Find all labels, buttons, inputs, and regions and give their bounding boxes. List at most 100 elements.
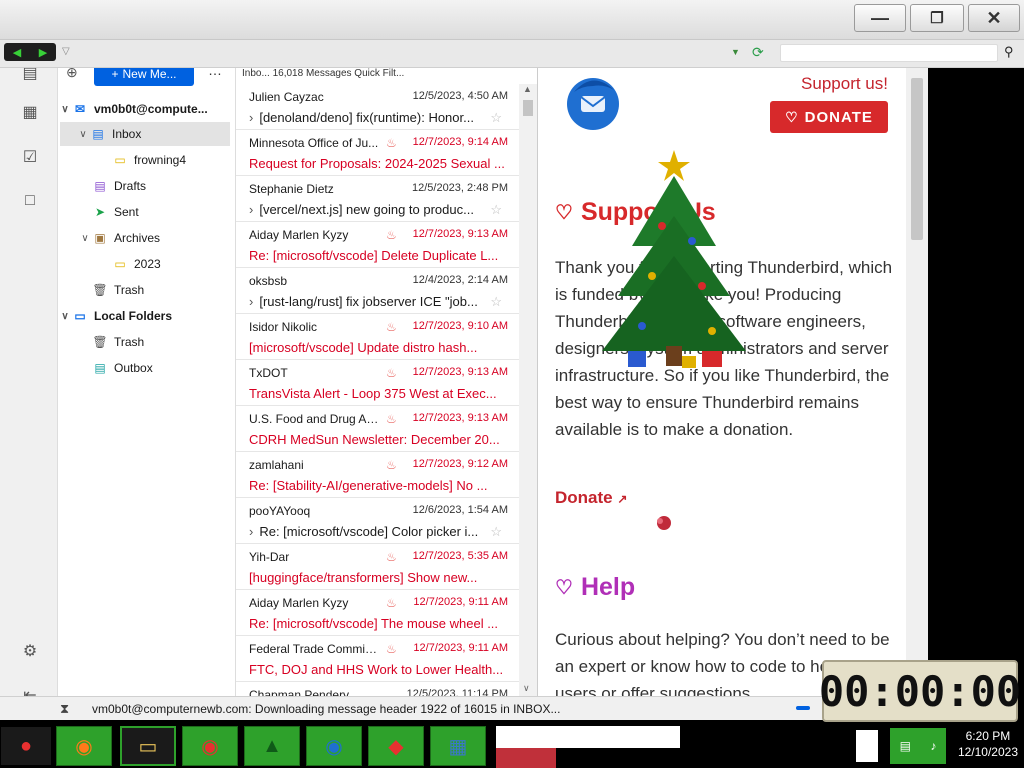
- unread-flame-icon[interactable]: ♨: [386, 366, 397, 380]
- message-row[interactable]: Isidor Nikolic ♨ 12/7/2023, 9:10 AM [micros…: [236, 314, 520, 360]
- get-messages-icon[interactable]: ⊕: [66, 68, 78, 81]
- more-options-icon[interactable]: …: [208, 68, 222, 78]
- folder-sent[interactable]: ➤ Sent: [58, 200, 230, 224]
- message-row[interactable]: Chapman Pendery12/5/2023, 11:14 PM›☆: [236, 682, 520, 696]
- message-list-scrollbar[interactable]: ▲ ∨: [519, 84, 537, 696]
- local-folders-row[interactable]: ∨ ▭ Local Folders: [58, 304, 230, 328]
- help-heading: ♡ Help: [555, 573, 636, 601]
- scrollbar-thumb[interactable]: [911, 78, 923, 240]
- scrollbar-thumb[interactable]: [523, 100, 533, 116]
- back-arrow-icon[interactable]: ◀: [13, 46, 21, 59]
- local-folder-outbox[interactable]: ▤ Outbox: [58, 356, 230, 380]
- message-subject: CDRH MedSun Newsletter: December 20...: [249, 432, 500, 447]
- star-icon[interactable]: ☆: [490, 110, 502, 126]
- dropdown-icon[interactable]: ▽: [62, 46, 70, 57]
- message-row[interactable]: Stephanie Dietz 12/5/2023, 2:48 PM › [verce…: [236, 176, 520, 222]
- collapse-sidebar-icon[interactable]: ⇤: [19, 684, 41, 696]
- star-icon[interactable]: ☆: [490, 202, 502, 218]
- message-row[interactable]: Julien Cayzac 12/5/2023, 4:50 AM › [denolan…: [236, 84, 520, 130]
- drafts-icon: ▤: [94, 179, 106, 193]
- thread-chevron-icon[interactable]: ›: [249, 524, 253, 539]
- down-arrow-icon[interactable]: ▼: [731, 47, 740, 57]
- unread-flame-icon[interactable]: ♨: [386, 320, 397, 334]
- search-input[interactable]: [780, 44, 998, 62]
- scroll-down-icon[interactable]: ∨: [523, 683, 530, 694]
- taskbar-anydesk[interactable]: ◆: [368, 726, 424, 766]
- nav-arrows[interactable]: ◀ ▶: [4, 43, 56, 61]
- unread-flame-icon[interactable]: ♨: [386, 228, 397, 242]
- address-book-icon[interactable]: ▤: [19, 68, 41, 84]
- content-scrollbar[interactable]: [906, 68, 928, 696]
- minimize-button[interactable]: —: [854, 4, 906, 32]
- donate-link[interactable]: Donate ↗: [555, 488, 627, 508]
- forward-arrow-icon[interactable]: ▶: [39, 46, 47, 59]
- scroll-up-icon[interactable]: ▲: [523, 84, 532, 94]
- chat-icon[interactable]: □: [19, 190, 41, 212]
- message-row[interactable]: Aiday Marlen Kyzy ♨ 12/7/2023, 9:11 AM Re: …: [236, 590, 520, 636]
- archive-icon: ▣: [94, 231, 106, 245]
- volume-icon[interactable]: ♪: [930, 739, 936, 753]
- message-date: 12/6/2023, 1:54 AM: [412, 504, 508, 516]
- taskbar-thunderbird[interactable]: ◉: [306, 726, 362, 766]
- star-icon[interactable]: ☆: [490, 524, 502, 540]
- folder-inbox[interactable]: ∨ ▤ Inbox: [60, 122, 230, 146]
- folder-frowning4[interactable]: ▭ frowning4: [58, 148, 230, 172]
- message-row[interactable]: Yih-Dar ♨ 12/7/2023, 5:35 AM [huggingface/t…: [236, 544, 520, 590]
- thread-chevron-icon[interactable]: ›: [249, 294, 253, 309]
- taskbar-chrome[interactable]: ◉: [182, 726, 238, 766]
- thread-chevron-icon[interactable]: ›: [249, 110, 253, 125]
- calendar-icon[interactable]: ▦: [19, 101, 41, 123]
- sent-icon: ➤: [94, 205, 106, 219]
- taskbar-decoration: [496, 748, 556, 768]
- taskbar-file-explorer[interactable]: ▭: [120, 726, 176, 766]
- close-button[interactable]: ✕: [968, 4, 1020, 32]
- chevron-down-icon[interactable]: ∨: [58, 104, 72, 115]
- folder-2023[interactable]: ▭ 2023: [58, 252, 230, 276]
- tasks-icon[interactable]: ☑: [19, 146, 41, 168]
- trash-icon: 🗑: [92, 335, 108, 349]
- taskbar-firefox[interactable]: ◉: [56, 726, 112, 766]
- taskbar-window-slot[interactable]: [496, 726, 680, 748]
- star-icon[interactable]: ☆: [490, 294, 502, 310]
- unread-flame-icon[interactable]: ♨: [386, 550, 397, 564]
- folder-trash[interactable]: 🗑 Trash: [58, 278, 230, 302]
- unread-flame-icon[interactable]: ♨: [386, 412, 397, 426]
- local-folder-trash[interactable]: 🗑 Trash: [58, 330, 230, 354]
- restore-button[interactable]: ❐: [910, 4, 964, 32]
- message-row[interactable]: U.S. Food and Drug Ad... ♨ 12/7/2023, 9:13…: [236, 406, 520, 452]
- folder-archives[interactable]: ∨ ▣ Archives: [58, 226, 230, 250]
- unread-flame-icon[interactable]: ♨: [386, 642, 397, 656]
- taskbar-christmas-tree[interactable]: ▲: [244, 726, 300, 766]
- message-row[interactable]: pooYAYooq 12/6/2023, 1:54 AM › Re: [microso…: [236, 498, 520, 544]
- donate-button[interactable]: ♡ DONATE: [770, 101, 888, 133]
- thread-chevron-icon[interactable]: ›: [249, 202, 253, 217]
- message-row[interactable]: zamlahani ♨ 12/7/2023, 9:12 AM Re: [Stabili…: [236, 452, 520, 498]
- refresh-icon[interactable]: ⟳: [752, 44, 764, 61]
- message-subject: Re: [microsoft/vscode] Color picker i...: [259, 524, 479, 539]
- restore-icon: ❐: [930, 10, 944, 27]
- account-row[interactable]: ∨ ✉ vm0b0t@compute...: [58, 97, 230, 121]
- search-icon[interactable]: ⚲: [1004, 44, 1014, 60]
- message-row[interactable]: TxDOT ♨ 12/7/2023, 9:13 AM TransVista Alert…: [236, 360, 520, 406]
- settings-gear-icon[interactable]: ⚙: [19, 640, 41, 662]
- chevron-down-icon[interactable]: ∨: [58, 311, 72, 322]
- online-status-icon[interactable]: ⧗: [60, 701, 69, 717]
- new-message-button[interactable]: + New Me...: [94, 68, 194, 86]
- message-row[interactable]: Federal Trade Commiss... ♨ 12/7/2023, 9:11…: [236, 636, 520, 682]
- chevron-down-icon[interactable]: ∨: [78, 233, 92, 244]
- message-sender: Federal Trade Commiss...: [249, 642, 379, 656]
- folder-drafts[interactable]: ▤ Drafts: [58, 174, 230, 198]
- message-row[interactable]: oksbsb 12/4/2023, 2:14 AM › [rust-lang/rust…: [236, 268, 520, 314]
- unread-flame-icon[interactable]: ♨: [386, 458, 397, 472]
- chevron-down-icon[interactable]: ∨: [76, 129, 90, 140]
- unread-flame-icon[interactable]: ♨: [386, 136, 397, 150]
- clock[interactable]: 6:20 PM 12/10/2023: [958, 728, 1018, 760]
- unread-flame-icon[interactable]: ♨: [386, 596, 397, 610]
- system-tray[interactable]: ▤ ♪: [890, 728, 946, 764]
- network-icon[interactable]: ▤: [900, 739, 911, 753]
- message-row[interactable]: Minnesota Office of Ju... ♨ 12/7/2023, 9:1…: [236, 130, 520, 176]
- taskbar-control-panel[interactable]: ▦: [430, 726, 486, 766]
- message-row[interactable]: Aiday Marlen Kyzy ♨ 12/7/2023, 9:13 AM Re: …: [236, 222, 520, 268]
- christmas-tree-overlay: [602, 150, 746, 368]
- start-button[interactable]: ●: [0, 726, 52, 766]
